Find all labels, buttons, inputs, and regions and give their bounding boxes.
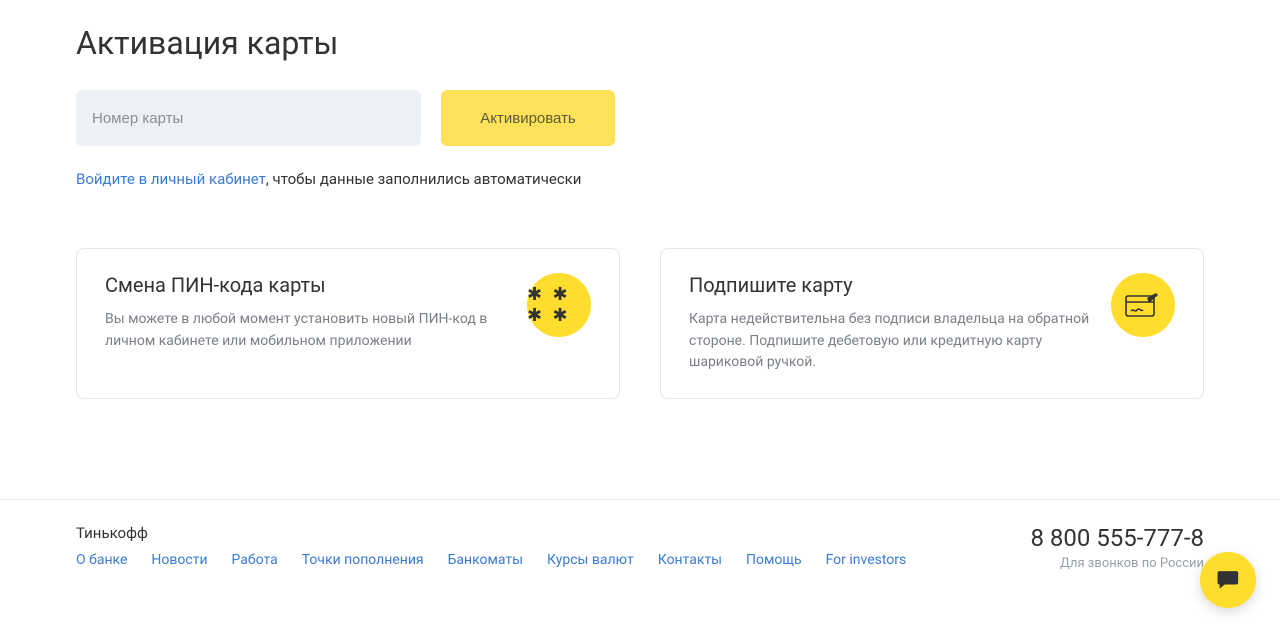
chat-icon bbox=[1215, 567, 1241, 593]
footer-brand: Тинькофф bbox=[76, 524, 906, 542]
info-card-pin: Смена ПИН-кода карты Вы можете в любой м… bbox=[76, 248, 620, 399]
footer-phone-hint: Для звонков по России bbox=[1030, 556, 1204, 571]
footer-link[interactable]: Контакты bbox=[658, 552, 722, 568]
footer-link[interactable]: Новости bbox=[151, 552, 207, 568]
card-number-input[interactable] bbox=[76, 90, 421, 146]
footer-link[interactable]: О банке bbox=[76, 552, 127, 568]
info-card-sign: Подпишите карту Карта недействительна бе… bbox=[660, 248, 1204, 399]
footer: Тинькофф О банке Новости Работа Точки по… bbox=[0, 499, 1280, 603]
footer-link[interactable]: Точки пополнения bbox=[302, 552, 424, 568]
pin-stars-icon: ✱ ✱ ✱ ✱ bbox=[527, 273, 591, 337]
login-link[interactable]: Войдите в личный кабинет bbox=[76, 170, 266, 188]
info-card-title: Подпишите карту bbox=[689, 273, 1091, 297]
page-title: Активация карты bbox=[76, 24, 1204, 62]
chat-button[interactable] bbox=[1200, 552, 1256, 608]
footer-link[interactable]: Работа bbox=[232, 552, 278, 568]
info-card-desc: Карта недействительна без подписи владел… bbox=[689, 309, 1091, 374]
info-cards-row: Смена ПИН-кода карты Вы можете в любой м… bbox=[76, 248, 1204, 399]
footer-link[interactable]: For investors bbox=[826, 552, 907, 568]
activate-form: Активировать bbox=[76, 90, 1204, 146]
footer-links: О банке Новости Работа Точки пополнения … bbox=[76, 552, 906, 568]
sign-card-icon bbox=[1111, 273, 1175, 337]
info-card-title: Смена ПИН-кода карты bbox=[105, 273, 507, 297]
footer-link[interactable]: Банкоматы bbox=[448, 552, 523, 568]
login-hint: Войдите в личный кабинет, чтобы данные з… bbox=[76, 170, 1204, 188]
footer-phone: 8 800 555-777-8 bbox=[1030, 524, 1204, 552]
footer-link[interactable]: Курсы валют bbox=[547, 552, 634, 568]
login-hint-suffix: , чтобы данные заполнились автоматически bbox=[266, 170, 582, 188]
activate-button[interactable]: Активировать bbox=[441, 90, 615, 146]
footer-link[interactable]: Помощь bbox=[746, 552, 802, 568]
info-card-desc: Вы можете в любой момент установить новы… bbox=[105, 309, 507, 352]
